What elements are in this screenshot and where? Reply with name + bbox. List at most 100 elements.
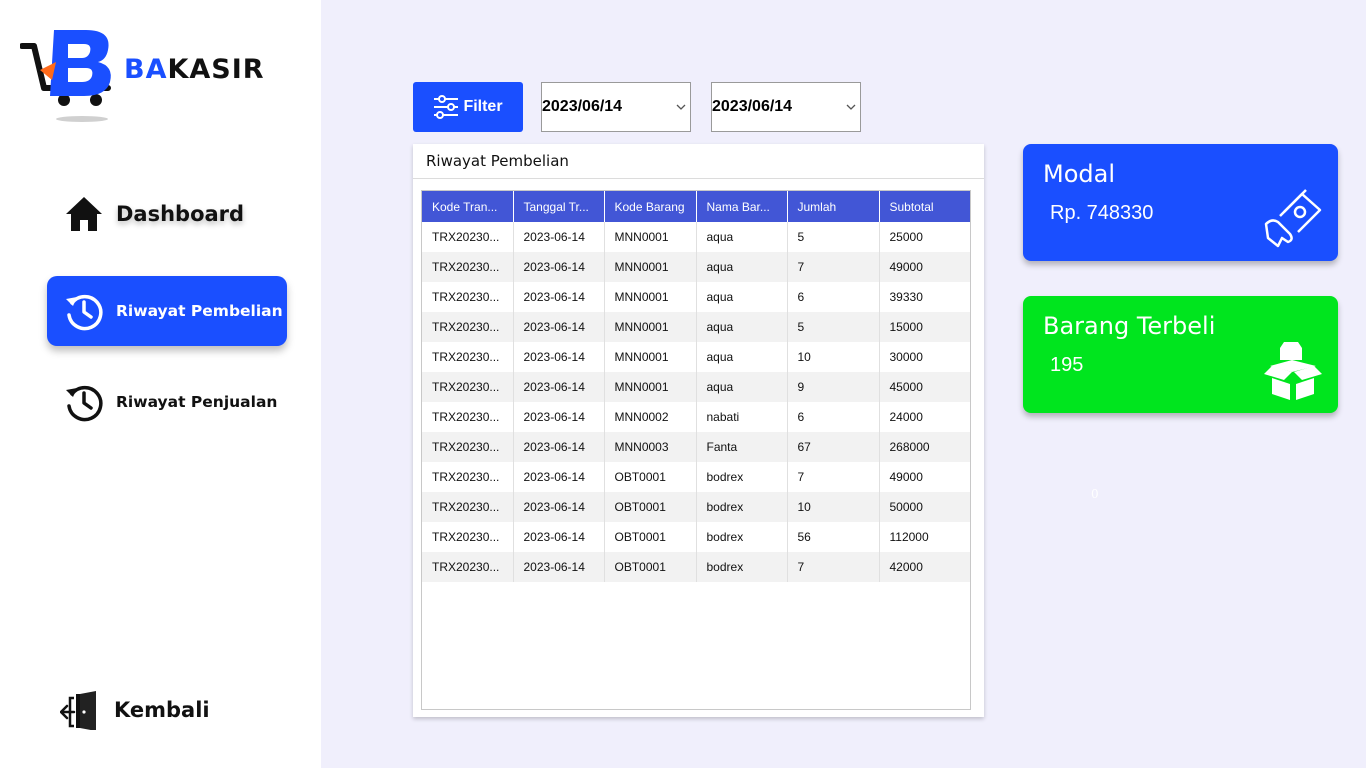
table-row[interactable]: TRX20230... 2023-06-14 MNN0001 aqua 5 25000	[422, 222, 970, 252]
table-cell: MNN0001	[604, 342, 697, 372]
table-row[interactable]: TRX20230... 2023-06-14 MNN0001 aqua 9 45000	[422, 372, 970, 402]
table-cell: 49000	[879, 252, 970, 282]
table-cell: TRX20230...	[422, 492, 514, 522]
sidebar-item-riwayat-penjualan[interactable]: Riwayat Penjualan	[64, 380, 277, 424]
purchase-table: Kode Tran... Tanggal Tr... Kode Barang N…	[422, 191, 970, 582]
purchase-table-container[interactable]: Kode Tran... Tanggal Tr... Kode Barang N…	[421, 190, 971, 710]
stray-label: 0	[1091, 487, 1099, 501]
sidebar-item-riwayat-pembelian[interactable]: Riwayat Pembelian	[47, 276, 287, 346]
table-row[interactable]: TRX20230... 2023-06-14 MNN0001 aqua 6 39330	[422, 282, 970, 312]
table-cell: 42000	[879, 552, 970, 582]
table-cell: 5	[787, 312, 880, 342]
table-cell: 112000	[879, 522, 970, 552]
column-header[interactable]: Kode Barang	[604, 191, 697, 222]
table-row[interactable]: TRX20230... 2023-06-14 MNN0001 aqua 7 49000	[422, 252, 970, 282]
table-cell: 15000	[879, 312, 970, 342]
column-header[interactable]: Kode Tran...	[422, 191, 514, 222]
table-cell: 7	[787, 252, 880, 282]
date-to-value: 2023/06/14	[712, 98, 793, 115]
filter-button[interactable]: Filter	[413, 82, 523, 132]
table-cell: nabati	[696, 402, 788, 432]
table-cell: 2023-06-14	[513, 282, 605, 312]
table-cell: bodrex	[696, 522, 788, 552]
table-cell: 2023-06-14	[513, 342, 605, 372]
column-header[interactable]: Nama Bar...	[696, 191, 788, 222]
logo-text-ba: BA	[124, 54, 168, 85]
sidebar-item-dashboard[interactable]: Dashboard	[64, 190, 244, 238]
card-title: Barang Terbeli	[1043, 312, 1216, 340]
table-cell: 30000	[879, 342, 970, 372]
table-cell: MNN0001	[604, 252, 697, 282]
table-row[interactable]: TRX20230... 2023-06-14 MNN0001 aqua 10 30000	[422, 342, 970, 372]
sidebar-item-label: Riwayat Penjualan	[116, 393, 278, 411]
table-cell: MNN0001	[604, 372, 697, 402]
table-cell: aqua	[696, 252, 788, 282]
table-row[interactable]: TRX20230... 2023-06-14 OBT0001 bodrex 7 42000	[422, 552, 970, 582]
sidebar-item-label: Riwayat Pembelian	[116, 302, 283, 320]
table-row[interactable]: TRX20230... 2023-06-14 OBT0001 bodrex 10 5000…	[422, 492, 970, 522]
sliders-icon	[434, 95, 459, 119]
table-row[interactable]: TRX20230... 2023-06-14 MNN0003 Fanta 67 26800…	[422, 432, 970, 462]
table-cell: 39330	[879, 282, 970, 312]
history-icon	[66, 294, 103, 331]
table-cell: TRX20230...	[422, 522, 514, 552]
card-value: Rp. 748330	[1050, 202, 1154, 224]
table-cell: 5	[787, 222, 880, 252]
table-cell: 2023-06-14	[513, 462, 605, 492]
date-from-value: 2023/06/14	[542, 98, 623, 115]
table-row[interactable]: TRX20230... 2023-06-14 OBT0001 bodrex 7 49000	[422, 462, 970, 492]
table-cell: 2023-06-14	[513, 372, 605, 402]
table-cell: OBT0001	[604, 522, 697, 552]
table-row[interactable]: TRX20230... 2023-06-14 MNN0002 nabati 6 24000	[422, 402, 970, 432]
table-cell: TRX20230...	[422, 252, 514, 282]
home-icon	[66, 197, 102, 231]
date-from-select[interactable]: 2023/06/14	[541, 82, 691, 132]
table-cell: 67	[787, 432, 880, 462]
table-row[interactable]: TRX20230... 2023-06-14 OBT0001 bodrex 56 1120…	[422, 522, 970, 552]
open-box-icon	[1264, 342, 1322, 400]
table-cell: Fanta	[696, 432, 788, 462]
sidebar: BAKASIR Dashboard Riwayat Pembelian Riwa…	[0, 0, 321, 768]
table-row[interactable]: TRX20230... 2023-06-14 MNN0001 aqua 5 15000	[422, 312, 970, 342]
logo-text-kasir: KASIR	[167, 54, 265, 85]
chevron-down-icon	[676, 102, 686, 113]
table-cell: 2023-06-14	[513, 312, 605, 342]
table-cell: 49000	[879, 462, 970, 492]
sidebar-item-label: Kembali	[114, 698, 210, 722]
sidebar-item-kembali[interactable]: Kembali	[60, 688, 210, 732]
table-cell: TRX20230...	[422, 282, 514, 312]
table-cell: 2023-06-14	[513, 552, 605, 582]
sidebar-item-label: Dashboard	[116, 202, 245, 226]
column-header[interactable]: Subtotal	[879, 191, 970, 222]
shopping-cart-logo-icon	[19, 30, 111, 122]
logo-text: BAKASIR	[124, 54, 265, 85]
table-cell: 24000	[879, 402, 970, 432]
column-header[interactable]: Tanggal Tr...	[513, 191, 605, 222]
divider	[413, 178, 984, 179]
table-cell: 7	[787, 552, 880, 582]
table-cell: bodrex	[696, 552, 788, 582]
table-cell: 10	[787, 342, 880, 372]
table-cell: aqua	[696, 222, 788, 252]
table-cell: TRX20230...	[422, 342, 514, 372]
table-cell: MNN0001	[604, 312, 697, 342]
table-cell: OBT0001	[604, 492, 697, 522]
table-cell: 2023-06-14	[513, 432, 605, 462]
chevron-down-icon	[846, 102, 856, 113]
exit-door-icon	[60, 691, 96, 730]
table-cell: MNN0003	[604, 432, 697, 462]
table-header-row: Kode Tran... Tanggal Tr... Kode Barang N…	[422, 191, 970, 222]
table-cell: TRX20230...	[422, 552, 514, 582]
table-cell: 2023-06-14	[513, 522, 605, 552]
table-cell: TRX20230...	[422, 402, 514, 432]
purchase-history-panel: Riwayat Pembelian Kode Tran... Tanggal T…	[413, 144, 984, 717]
date-to-select[interactable]: 2023/06/14	[711, 82, 861, 132]
table-cell: OBT0001	[604, 552, 697, 582]
table-cell: 2023-06-14	[513, 492, 605, 522]
table-cell: TRX20230...	[422, 222, 514, 252]
table-cell: bodrex	[696, 492, 788, 522]
table-cell: 56	[787, 522, 880, 552]
table-cell: 2023-06-14	[513, 222, 605, 252]
column-header[interactable]: Jumlah	[787, 191, 880, 222]
table-cell: 7	[787, 462, 880, 492]
